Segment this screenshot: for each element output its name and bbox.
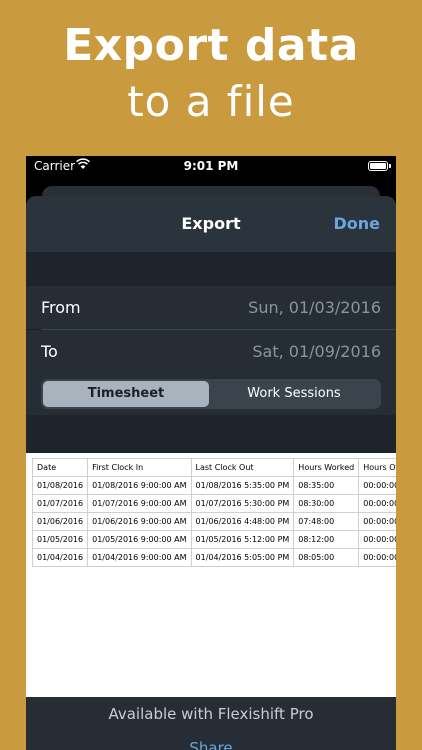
segment-row: Timesheet Work Sessions (26, 373, 396, 415)
from-date-row[interactable]: From Sun, 01/03/2016 (26, 286, 396, 329)
table-cell: 00:00:00 (358, 548, 396, 567)
section-spacer (26, 252, 396, 286)
pro-footer: Available with Flexishift Pro Share (26, 697, 396, 750)
from-label: From (41, 298, 81, 317)
table-cell: 01/04/2016 9:00:00 AM (87, 548, 192, 567)
to-date-value[interactable]: Sat, 01/09/2016 (252, 342, 381, 361)
table-cell: 01/04/2016 5:05:00 PM (190, 548, 295, 567)
status-time: 9:01 PM (183, 159, 239, 173)
table-cell: 00:00:00 (358, 476, 396, 495)
table-cell: 01/05/2016 (31, 530, 89, 549)
table-cell: 01/08/2016 5:35:00 PM (190, 476, 295, 495)
table-row: 01/07/2016 01/07/2016 9:00:00 AM 01/07/2… (31, 494, 396, 513)
table-row: 01/08/2016 01/08/2016 9:00:00 AM 01/08/2… (31, 476, 396, 495)
table-cell: 01/04/2016 (31, 548, 89, 567)
table-cell: 01/07/2016 (31, 494, 89, 513)
column-header: Hours Off (358, 458, 396, 477)
table-cell: 01/07/2016 9:00:00 AM (87, 494, 192, 513)
table-row: 01/05/2016 01/05/2016 9:00:00 AM 01/05/2… (31, 530, 396, 549)
promo-headline: Export data to a file (0, 18, 422, 130)
table-row: 01/06/2016 01/06/2016 9:00:00 AM 01/06/2… (31, 512, 396, 531)
segment-work-sessions[interactable]: Work Sessions (211, 381, 377, 407)
segment-timesheet[interactable]: Timesheet (43, 381, 209, 407)
done-button[interactable]: Done (333, 214, 380, 233)
from-date-value[interactable]: Sun, 01/03/2016 (248, 298, 381, 317)
table-cell: 08:05:00 (293, 548, 360, 567)
phone-screen: Carrier 9:01 PM Export Done From Sun, 01… (26, 156, 396, 750)
headline-line-2: to a file (127, 77, 295, 126)
battery-icon (368, 161, 388, 171)
table-cell: 01/07/2016 5:30:00 PM (190, 494, 295, 513)
table-cell: 08:12:00 (293, 530, 360, 549)
table-row: 01/04/2016 01/04/2016 9:00:00 AM 01/04/2… (31, 548, 396, 567)
table-cell: 08:35:00 (293, 476, 360, 495)
table-cell: 01/05/2016 5:12:00 PM (190, 530, 295, 549)
column-header: Date (31, 458, 89, 477)
table-cell: 01/06/2016 9:00:00 AM (87, 512, 192, 531)
nav-bar: Export Done (26, 196, 396, 252)
table-cell: 01/08/2016 9:00:00 AM (87, 476, 192, 495)
table-cell: 01/06/2016 (31, 512, 89, 531)
table-cell: 01/06/2016 4:48:00 PM (190, 512, 295, 531)
column-header: First Clock In (87, 458, 192, 477)
table-cell: 00:00:00 (358, 512, 396, 531)
table-cell: 01/05/2016 9:00:00 AM (87, 530, 192, 549)
export-preview: Date First Clock In Last Clock Out Hours… (26, 453, 396, 697)
table-header-row: Date First Clock In Last Clock Out Hours… (31, 458, 396, 477)
timesheet-table: Date First Clock In Last Clock Out Hours… (31, 458, 396, 567)
column-header: Hours Worked (293, 458, 360, 477)
to-date-row[interactable]: To Sat, 01/09/2016 (26, 330, 396, 373)
table-cell: 00:00:00 (358, 494, 396, 513)
table-cell: 07:48:00 (293, 512, 360, 531)
to-label: To (41, 342, 58, 361)
headline-line-1: Export data (63, 20, 359, 71)
export-sheet: Export Done From Sun, 01/03/2016 To Sat,… (26, 196, 396, 750)
table-cell: 01/08/2016 (31, 476, 89, 495)
available-with-pro-text: Available with Flexishift Pro (108, 705, 314, 723)
battery-tip-icon (389, 164, 391, 168)
share-button[interactable]: Share (26, 739, 396, 750)
export-type-segmented-control: Timesheet Work Sessions (41, 379, 381, 409)
table-cell: 00:00:00 (358, 530, 396, 549)
column-header: Last Clock Out (190, 458, 295, 477)
section-spacer (26, 415, 396, 453)
table-cell: 08:30:00 (293, 494, 360, 513)
status-bar: Carrier 9:01 PM (26, 156, 396, 178)
